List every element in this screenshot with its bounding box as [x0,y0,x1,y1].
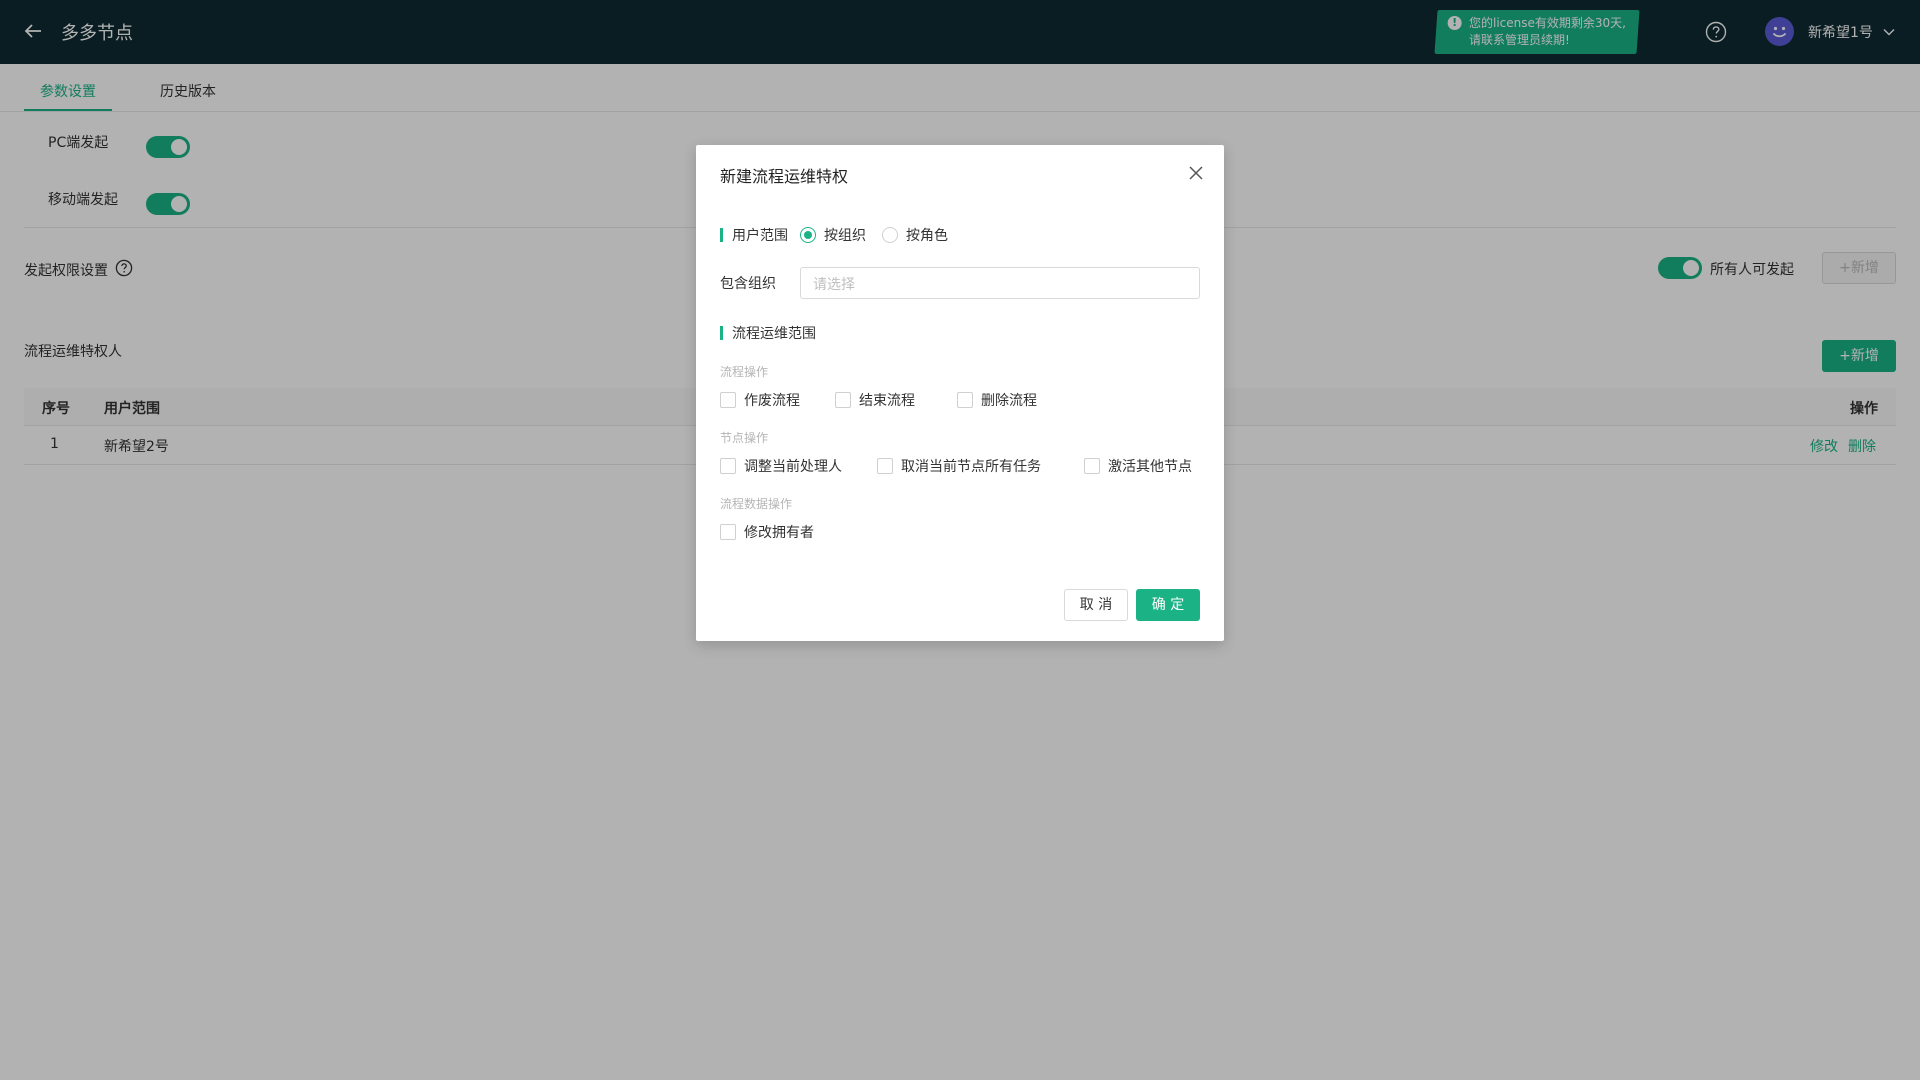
group-caption-data: 流程数据操作 [720,497,793,511]
radio-by-org[interactable] [800,227,816,243]
include-org-select[interactable]: 请选择 [800,267,1200,299]
group-caption-node: 节点操作 [720,431,769,445]
new-privilege-modal: 新建流程运维特权 用户范围 按组织 按角色 包含组织 请选择 流程运维范围 流程… [696,145,1224,641]
radio-by-role-label[interactable]: 按角色 [906,225,948,245]
label-adjust-handler[interactable]: 调整当前处理人 [744,456,842,476]
scope-section-label: 流程运维范围 [720,323,816,343]
label-cancel-node-tasks[interactable]: 取消当前节点所有任务 [901,456,1041,476]
label-delete-process[interactable]: 删除流程 [981,390,1037,410]
checkbox-end-process[interactable] [835,392,851,408]
cancel-button[interactable]: 取 消 [1064,589,1128,621]
label-change-owner[interactable]: 修改拥有者 [744,522,814,542]
close-icon[interactable] [1188,165,1204,181]
label-activate-other-nodes[interactable]: 激活其他节点 [1108,456,1192,476]
checkbox-adjust-handler[interactable] [720,458,736,474]
modal-title: 新建流程运维特权 [720,167,849,186]
radio-by-org-label[interactable]: 按组织 [824,225,866,245]
user-scope-label: 用户范围 [720,225,788,245]
include-org-label: 包含组织 [720,276,776,292]
radio-by-role[interactable] [882,227,898,243]
label-end-process[interactable]: 结束流程 [859,390,915,410]
checkbox-activate-other-nodes[interactable] [1084,458,1100,474]
checkbox-delete-process[interactable] [957,392,973,408]
checkbox-void-process[interactable] [720,392,736,408]
confirm-button[interactable]: 确 定 [1136,589,1200,621]
group-caption-process: 流程操作 [720,365,769,379]
checkbox-cancel-node-tasks[interactable] [877,458,893,474]
checkbox-change-owner[interactable] [720,524,736,540]
app-root: 多多节点 ! 您的license有效期剩余30天, 请联系管理员续期! 新希望1… [0,0,1920,1080]
label-void-process[interactable]: 作废流程 [744,390,800,410]
